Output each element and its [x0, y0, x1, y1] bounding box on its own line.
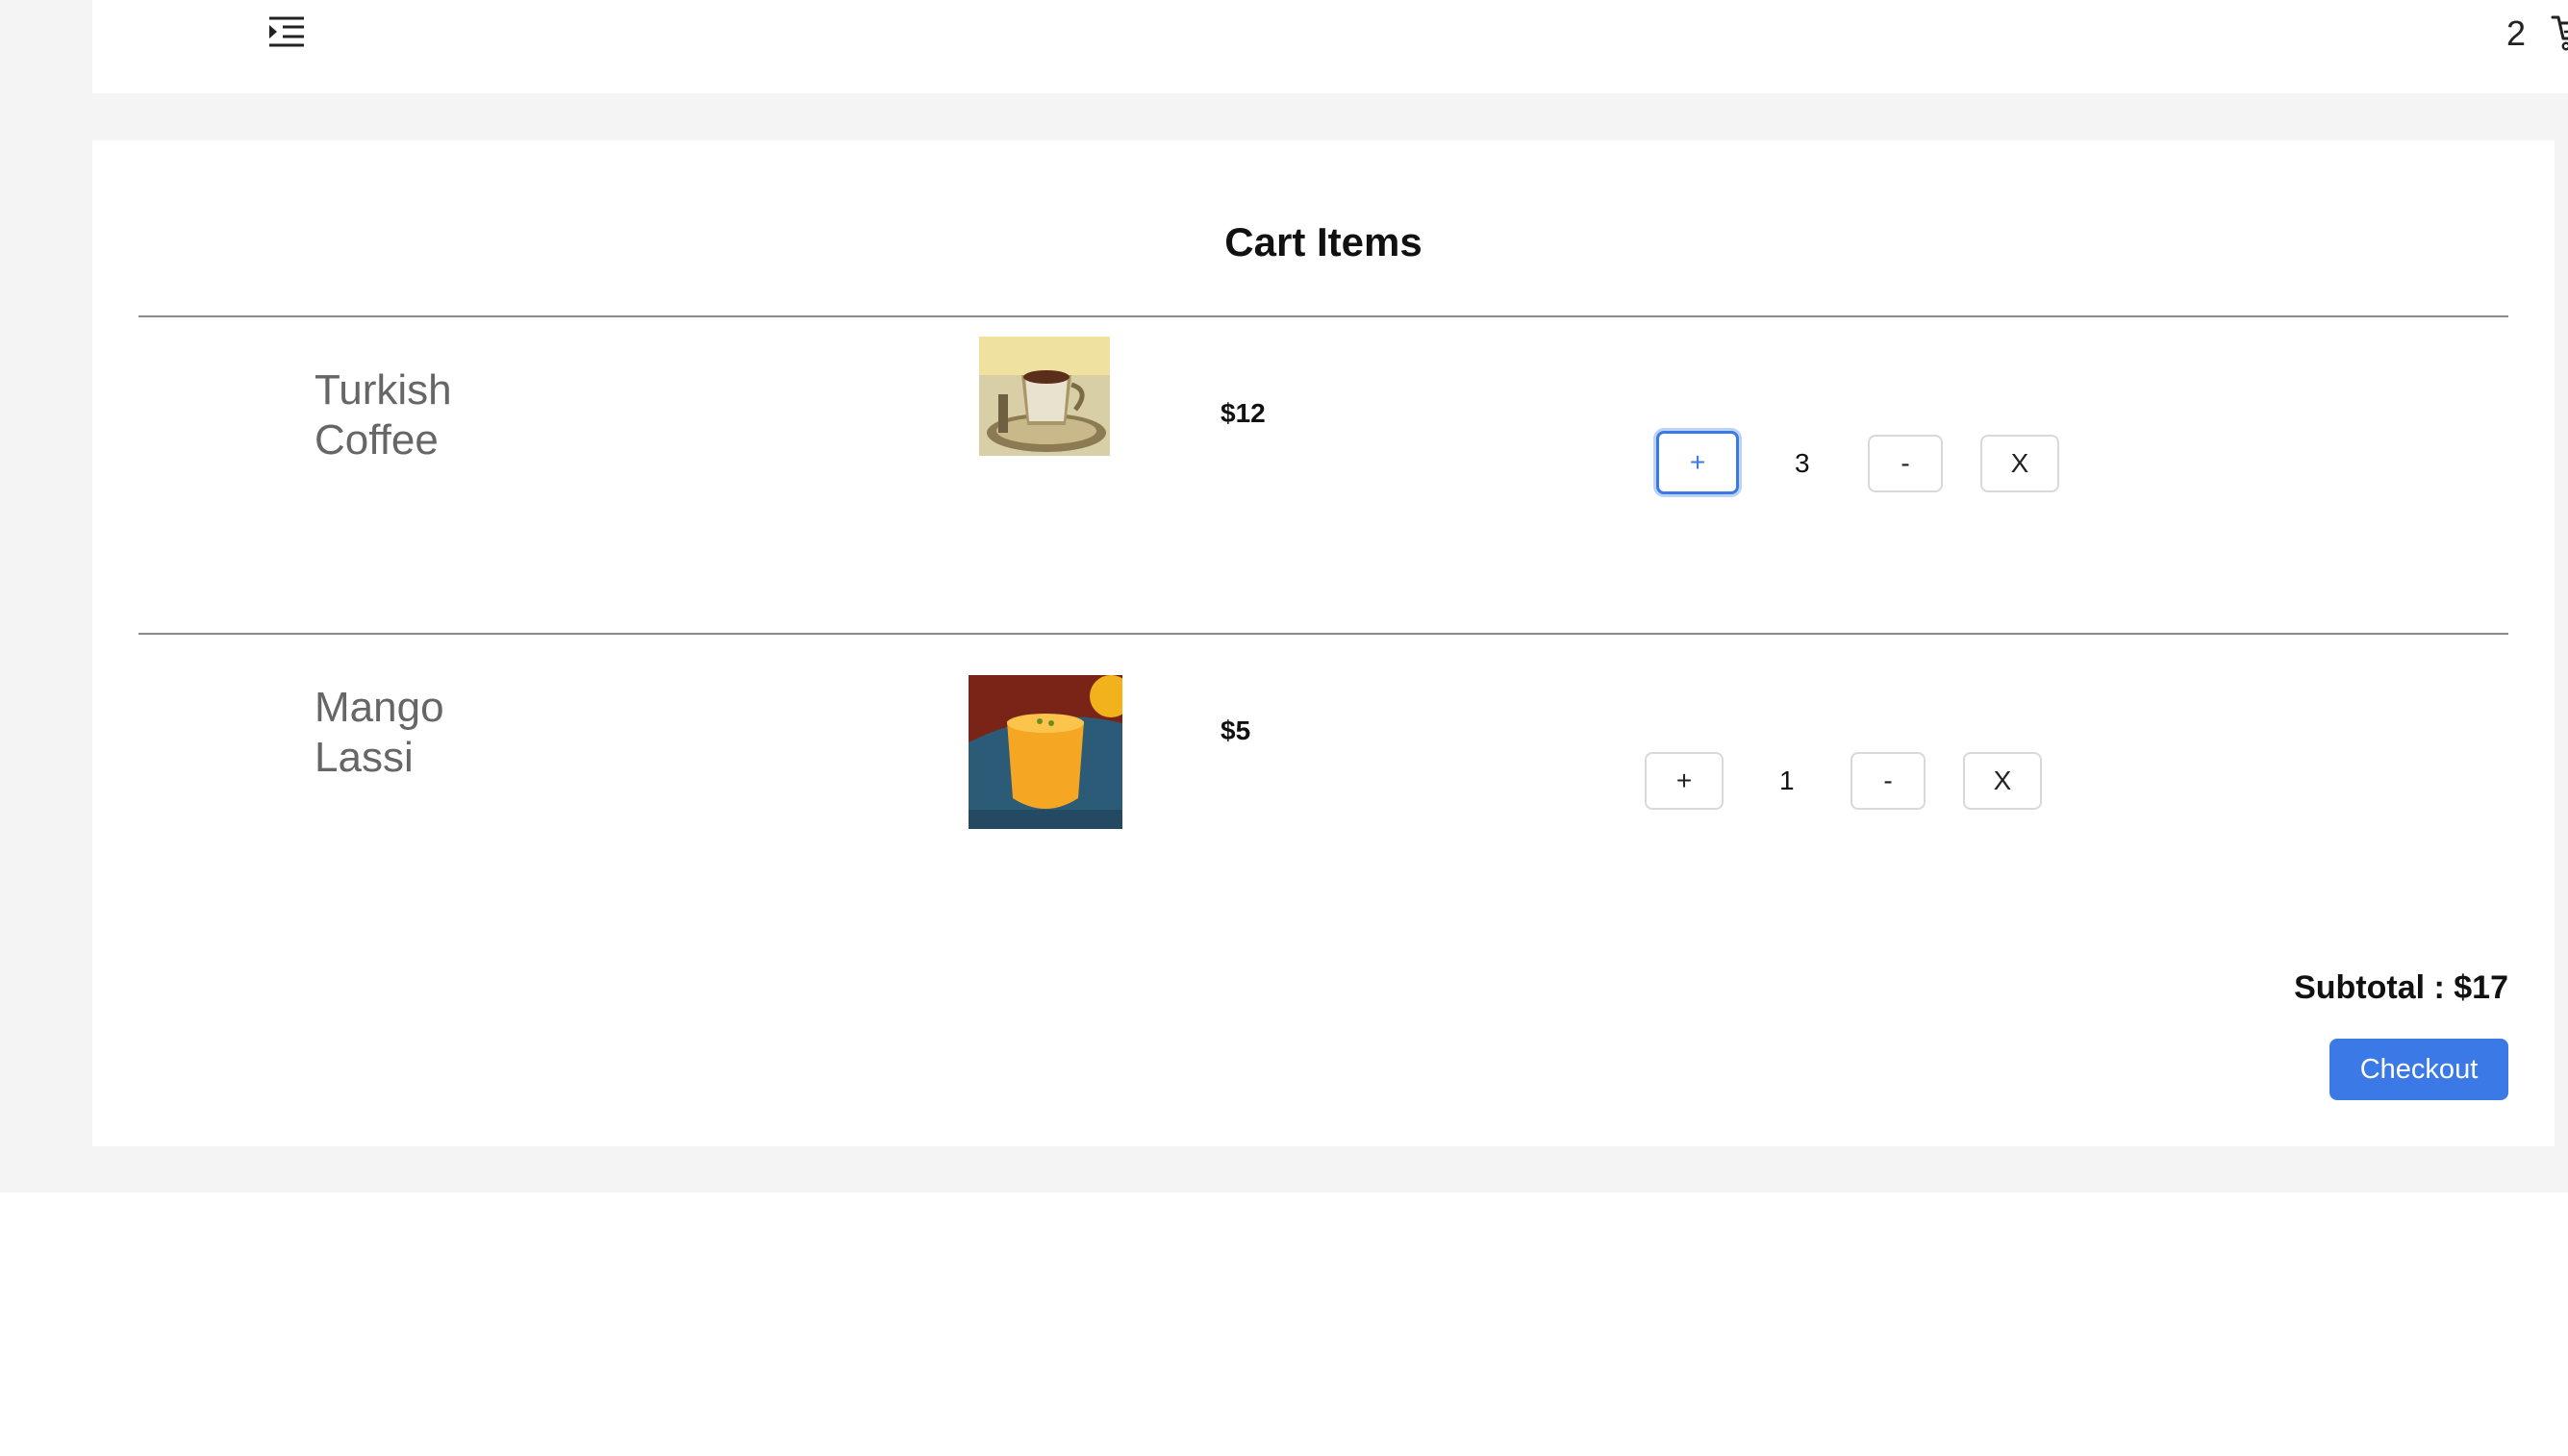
remove-item-button[interactable]: X — [1980, 435, 2059, 492]
item-price: $5 — [1221, 715, 1251, 745]
item-thumbnail — [969, 675, 1122, 829]
increase-quantity-button[interactable]: + — [1656, 431, 1739, 494]
cart-title: Cart Items — [1224, 219, 1422, 264]
shopping-cart-icon[interactable] — [2551, 13, 2568, 52]
decrease-quantity-button[interactable]: - — [1868, 435, 1943, 492]
checkout-button[interactable]: Checkout — [2329, 1039, 2508, 1100]
increase-quantity-button[interactable]: + — [1645, 752, 1724, 810]
item-price: $12 — [1221, 398, 1266, 428]
cart-panel: Cart Items Turkish Coffee $12 + 3 - X Ma… — [92, 140, 2555, 1146]
cart-item-row: Mango Lassi $5 + 1 - X — [92, 635, 2555, 952]
remove-item-button[interactable]: X — [1963, 752, 2042, 810]
item-name: Mango Lassi — [315, 684, 444, 781]
cart-subtotal: Subtotal : $17 — [2294, 969, 2508, 1006]
item-thumbnail — [979, 337, 1110, 456]
top-navbar: 2 — [92, 0, 2568, 93]
item-quantity: 3 — [1795, 448, 1810, 478]
cart-count-badge: 2 — [2506, 13, 2527, 53]
item-name: Turkish Coffee — [315, 366, 452, 464]
decrease-quantity-button[interactable]: - — [1850, 752, 1926, 810]
item-quantity: 1 — [1779, 766, 1795, 795]
list-indent-icon[interactable] — [267, 15, 306, 50]
cart-item-row: Turkish Coffee $12 + 3 - X — [92, 317, 2555, 635]
